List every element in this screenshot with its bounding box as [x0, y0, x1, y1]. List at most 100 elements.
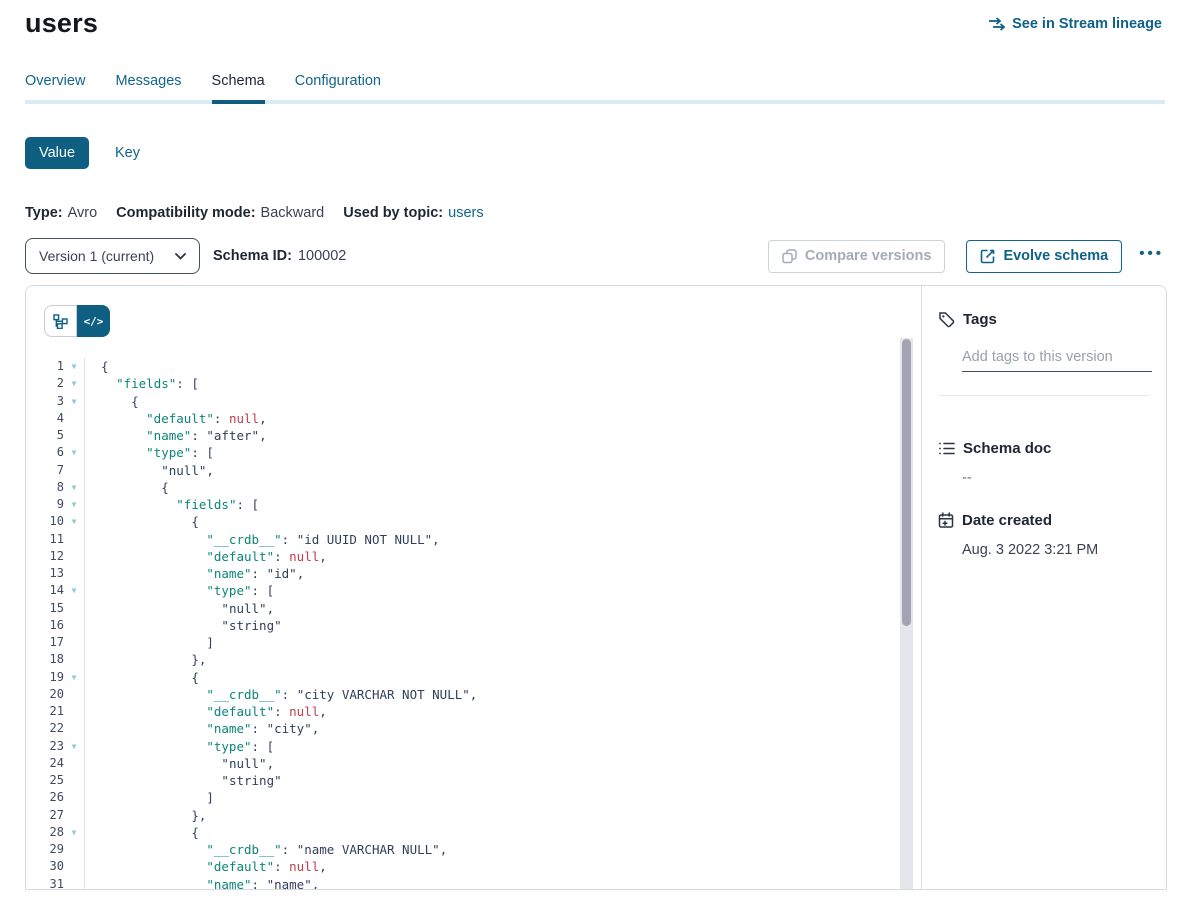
- calendar-icon: [938, 512, 954, 529]
- fold-arrow-icon[interactable]: ▼: [64, 669, 85, 686]
- more-actions-button[interactable]: •••: [1139, 246, 1164, 267]
- code-text: "null",: [85, 600, 274, 617]
- line-number: 11: [26, 531, 64, 548]
- code-text: "__crdb__": "name VARCHAR NULL",: [85, 841, 447, 858]
- code-line: 14▼ "type": [: [26, 582, 918, 599]
- code-line: 2▼ "fields": [: [26, 375, 918, 392]
- line-number: 22: [26, 720, 64, 737]
- add-tags-input[interactable]: [962, 349, 1152, 372]
- tab-schema[interactable]: Schema: [212, 73, 265, 104]
- code-line: 12 "default": null,: [26, 548, 918, 565]
- meta-label: Compatibility mode:: [116, 205, 255, 221]
- code-text: "default": null,: [85, 410, 267, 427]
- fold-arrow-icon[interactable]: ▼: [64, 738, 85, 755]
- evolve-schema-button[interactable]: Evolve schema: [966, 240, 1122, 273]
- code-line: 28▼ {: [26, 824, 918, 841]
- code-text: "name": "name",: [85, 876, 319, 890]
- date-created-value: Aug. 3 2022 3:21 PM: [962, 542, 1148, 558]
- line-number: 14: [26, 582, 64, 599]
- code-line: 8▼ {: [26, 479, 918, 496]
- code-text: {: [85, 393, 139, 410]
- code-line: 18 },: [26, 651, 918, 668]
- fold-arrow-icon[interactable]: ▼: [64, 358, 85, 375]
- fold-arrow-icon[interactable]: ▼: [64, 824, 85, 841]
- schema-doc-icon: [938, 441, 955, 456]
- code-line: 10▼ {: [26, 513, 918, 530]
- code-text: "default": null,: [85, 703, 327, 720]
- code-text: },: [85, 651, 206, 668]
- meta-label: Used by topic:: [343, 205, 443, 221]
- code-view-icon: </>: [84, 315, 104, 328]
- key-tab-link[interactable]: Key: [115, 145, 140, 161]
- tab-track: [25, 100, 1165, 104]
- code-line: 16 "string": [26, 617, 918, 634]
- date-created-section: Date created Aug. 3 2022 3:21 PM: [938, 512, 1148, 558]
- code-text: "string": [85, 617, 282, 634]
- code-line: 11 "__crdb__": "id UUID NOT NULL",: [26, 531, 918, 548]
- fold-arrow-icon[interactable]: ▼: [64, 496, 85, 513]
- editor-scrollbar-thumb[interactable]: [902, 339, 911, 626]
- fold-arrow-icon[interactable]: ▼: [64, 444, 85, 461]
- fold-arrow-icon[interactable]: ▼: [64, 582, 85, 599]
- meta-pair: Type:Avro: [25, 205, 97, 221]
- line-number: 29: [26, 841, 64, 858]
- version-select[interactable]: Version 1 (current): [25, 238, 200, 274]
- line-number: 19: [26, 669, 64, 686]
- code-text: "null",: [85, 462, 214, 479]
- code-text: "type": [: [85, 444, 214, 461]
- code-line: 5 "name": "after",: [26, 427, 918, 444]
- fold-gutter: [64, 531, 85, 548]
- line-number: 25: [26, 772, 64, 789]
- code-text: "type": [: [85, 582, 274, 599]
- value-key-toggle: Value Key: [25, 137, 1189, 169]
- fold-arrow-icon[interactable]: ▼: [64, 513, 85, 530]
- code-text: "name": "id",: [85, 565, 304, 582]
- schema-id: Schema ID: 100002: [213, 248, 346, 264]
- code-line: 20 "__crdb__": "city VARCHAR NOT NULL",: [26, 686, 918, 703]
- tree-view-button[interactable]: [44, 305, 77, 337]
- sidebar-divider: [938, 395, 1148, 396]
- compare-versions-icon: [782, 249, 797, 264]
- line-number: 26: [26, 789, 64, 806]
- line-number: 4: [26, 410, 64, 427]
- fold-arrow-icon[interactable]: ▼: [64, 375, 85, 392]
- tree-view-icon: [53, 314, 68, 329]
- line-number: 10: [26, 513, 64, 530]
- code-line: 17 ]: [26, 634, 918, 651]
- code-line: 29 "__crdb__": "name VARCHAR NULL",: [26, 841, 918, 858]
- fold-gutter: [64, 858, 85, 875]
- fold-arrow-icon[interactable]: ▼: [64, 479, 85, 496]
- code-text: "name": "city",: [85, 720, 319, 737]
- meta-value: Avro: [68, 205, 98, 221]
- editor-scrollbar[interactable]: [900, 338, 913, 889]
- fold-gutter: [64, 617, 85, 634]
- code-text: "name": "after",: [85, 427, 267, 444]
- schema-sidebar: Tags Schema doc --: [922, 286, 1166, 889]
- schema-code-editor[interactable]: 1▼{2▼ "fields": [3▼ {4 "default": null,5…: [26, 358, 918, 889]
- fold-arrow-icon[interactable]: ▼: [64, 393, 85, 410]
- value-tab-button[interactable]: Value: [25, 137, 89, 169]
- code-view-button[interactable]: </>: [77, 305, 110, 337]
- line-number: 17: [26, 634, 64, 651]
- code-text: ]: [85, 789, 214, 806]
- line-number: 15: [26, 600, 64, 617]
- compare-versions-button[interactable]: Compare versions: [768, 240, 946, 273]
- code-line: 30 "default": null,: [26, 858, 918, 875]
- fold-gutter: [64, 807, 85, 824]
- line-number: 20: [26, 686, 64, 703]
- code-line: 6▼ "type": [: [26, 444, 918, 461]
- line-number: 21: [26, 703, 64, 720]
- fold-gutter: [64, 410, 85, 427]
- line-number: 27: [26, 807, 64, 824]
- fold-gutter: [64, 772, 85, 789]
- line-number: 28: [26, 824, 64, 841]
- code-line: 25 "string": [26, 772, 918, 789]
- used-by-topic-link[interactable]: users: [448, 205, 483, 221]
- line-number: 18: [26, 651, 64, 668]
- schema-doc-section: Schema doc --: [938, 440, 1148, 486]
- editor-view-toggle: </>: [44, 305, 110, 337]
- code-text: "__crdb__": "id UUID NOT NULL",: [85, 531, 440, 548]
- stream-lineage-link[interactable]: See in Stream lineage: [988, 16, 1162, 32]
- line-number: 5: [26, 427, 64, 444]
- fold-gutter: [64, 634, 85, 651]
